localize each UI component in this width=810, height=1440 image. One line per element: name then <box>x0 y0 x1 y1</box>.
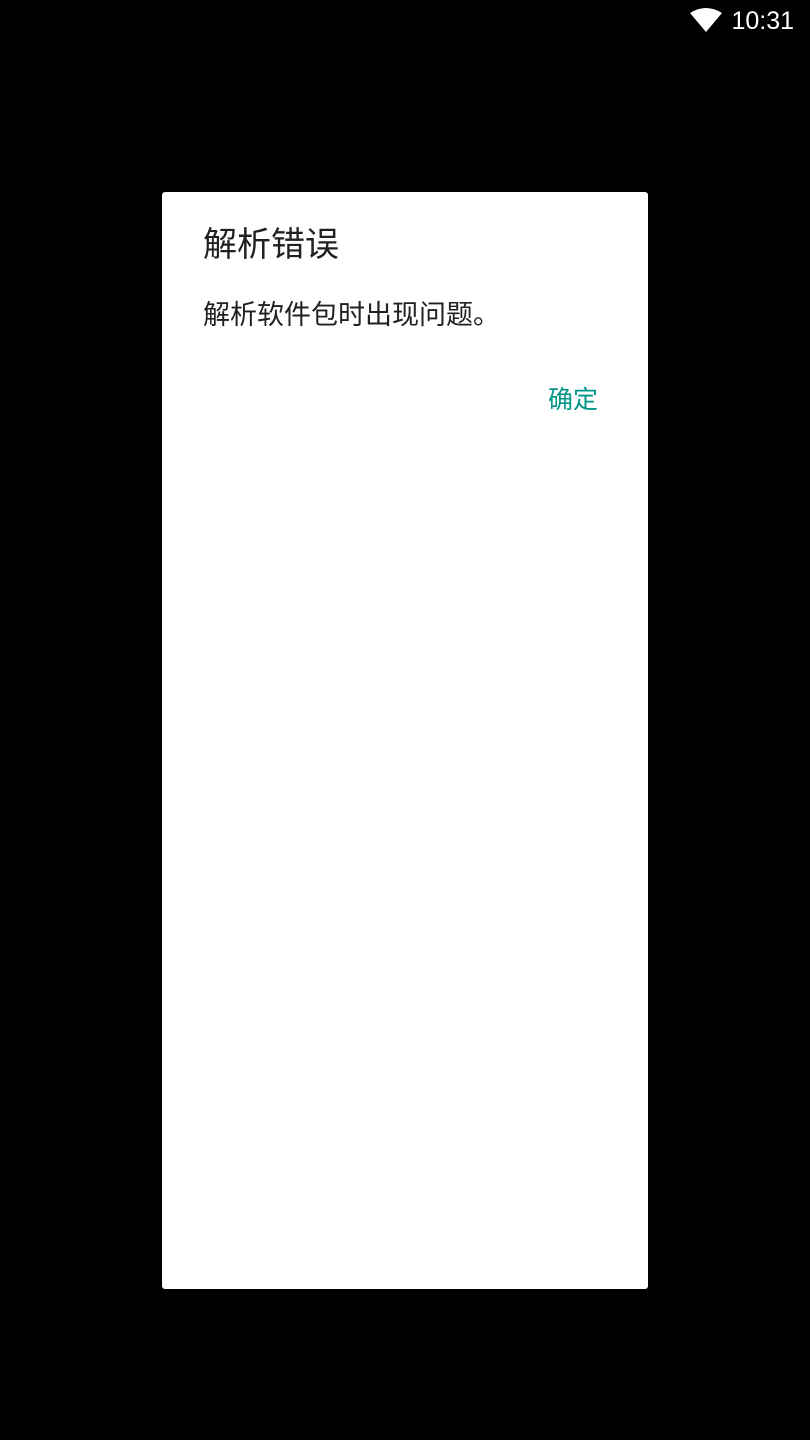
parse-error-dialog: 解析错误 解析软件包时出现问题。 确定 <box>162 192 648 1289</box>
dialog-title: 解析错误 <box>203 225 339 265</box>
wifi-icon <box>689 7 723 33</box>
status-clock: 10:31 <box>731 7 794 35</box>
dialog-message: 解析软件包时出现问题。 <box>203 300 500 331</box>
status-bar: 10:31 <box>0 0 810 42</box>
ok-button[interactable]: 确定 <box>532 376 614 424</box>
